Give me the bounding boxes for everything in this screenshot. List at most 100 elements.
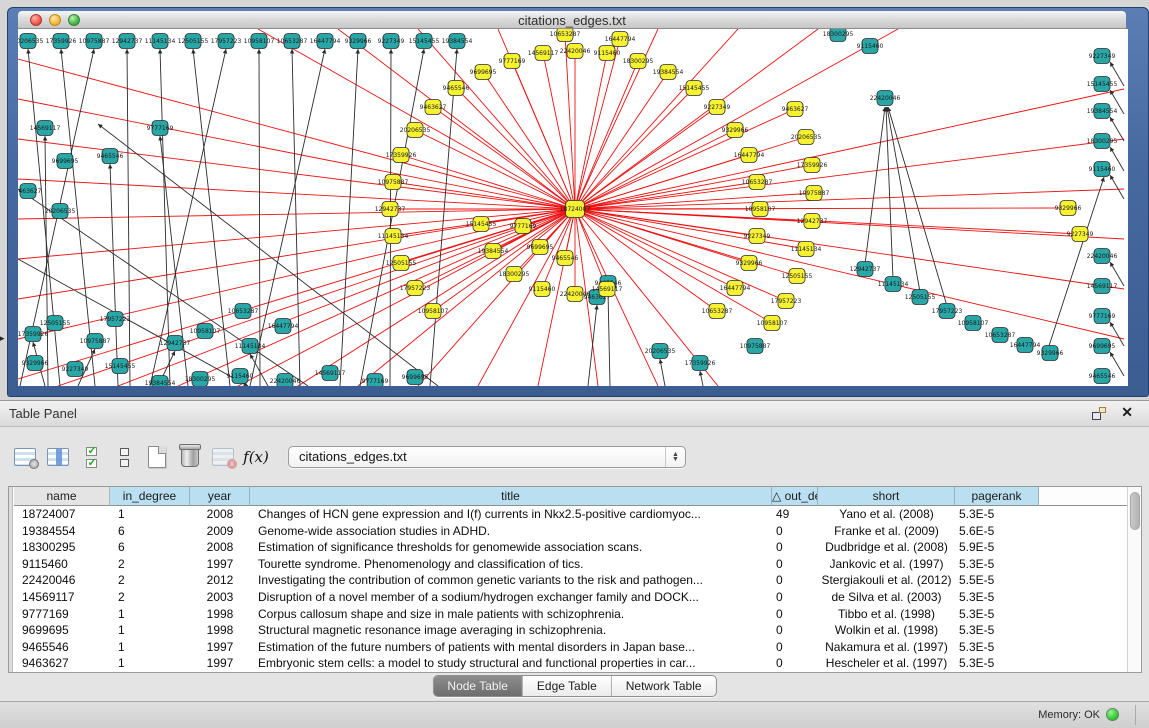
node-label: 10653287 <box>550 31 581 38</box>
cell-in_degree: 6 <box>110 523 190 540</box>
node-label: 11145134 <box>145 38 176 45</box>
column-header-name[interactable]: name <box>14 487 110 506</box>
node-label: 20206535 <box>791 134 822 141</box>
table-panel-header: Table Panel ✕ <box>0 401 1149 427</box>
citation-edge <box>575 189 1124 209</box>
table-row[interactable]: 2242004622012Investigating the contribut… <box>14 572 1127 589</box>
close-panel-button[interactable]: ✕ <box>1121 404 1133 421</box>
network-window: citations_edges.txt 20206535 17359926 1097… <box>7 7 1149 397</box>
tab-network-table[interactable]: Network Table <box>612 676 716 696</box>
node-label: 18300295 <box>823 31 854 38</box>
table-row[interactable]: 1456911722003Disruption of a novel membe… <box>14 589 1127 606</box>
node-label: 15145455 <box>105 363 136 370</box>
cell-title: Tourette syndrome. Phenomenology and cla… <box>250 556 772 573</box>
table-scrollbar[interactable] <box>1127 487 1141 672</box>
scrollbar-thumb[interactable] <box>1130 492 1140 530</box>
show-columns-button[interactable] <box>43 442 73 472</box>
column-header-in_degree[interactable]: in_degree <box>110 487 190 506</box>
node-label: 9699695 <box>52 158 79 165</box>
graph-edge <box>865 107 885 264</box>
node-label: 9329966 <box>1055 205 1082 212</box>
node-label: 9465546 <box>443 85 470 92</box>
table-body: 1872400712008Changes of HCN gene express… <box>14 506 1127 672</box>
column-header-pagerank[interactable]: pagerank <box>955 487 1039 506</box>
cell-short: Nakamura et al. (1997) <box>818 639 955 656</box>
node-label: 9329966 <box>1037 350 1064 357</box>
cell-title: Corpus callosum shape and size in male p… <box>250 606 772 623</box>
cell-short: Tibbo et al. (1998) <box>818 606 955 623</box>
node-label: 17359926 <box>386 152 417 159</box>
node-label: 16447794 <box>310 38 341 45</box>
table-row[interactable]: 977716911998Corpus callosum shape and si… <box>14 606 1127 623</box>
table-options-button[interactable] <box>10 442 40 472</box>
cell-short: Dudbridge et al. (2008) <box>818 539 955 556</box>
node-label: 22420046 <box>270 378 301 385</box>
node-label: 12505155 <box>905 294 936 301</box>
table-row[interactable]: 1872400712008Changes of HCN gene express… <box>14 506 1127 523</box>
statusbar-divider <box>1135 705 1136 725</box>
cell-out_de: 0 <box>772 589 818 606</box>
table-row[interactable]: 946554611997Estimation of the future num… <box>14 639 1127 656</box>
node-label: 12505155 <box>40 320 71 327</box>
cell-short: Jankovic et al. (1997) <box>818 556 955 573</box>
node-label: 10958107 <box>745 206 776 213</box>
node-label: 19384554 <box>1087 108 1118 115</box>
citation-graph[interactable]: 20206535 17359926 10975887 12942737 11145134… <box>18 29 1128 386</box>
column-header-title[interactable]: title <box>250 487 772 506</box>
node-label: 18300295 <box>623 58 654 65</box>
tab-edge-table[interactable]: Edge Table <box>523 676 612 696</box>
cell-out_de: 0 <box>772 556 818 573</box>
node-label: 9777169 <box>510 223 537 230</box>
cell-pagerank: 5.3E-5 <box>955 639 1039 656</box>
table-row[interactable]: 911546021997Tourette syndrome. Phenomeno… <box>14 556 1127 573</box>
checklist-icon <box>86 447 97 468</box>
node-label: 17359926 <box>797 162 828 169</box>
node-label: 11145134 <box>235 343 266 350</box>
cell-title: Investigating the contribution of common… <box>250 572 772 589</box>
node-label: 9777169 <box>1089 313 1116 320</box>
node-label: 22420046 <box>560 291 591 298</box>
node-label: 17957223 <box>211 38 242 45</box>
cell-pagerank: 5.3E-5 <box>955 655 1039 672</box>
float-window-button[interactable] <box>1092 407 1106 420</box>
table-row[interactable]: 1938455462009Genome-wide association stu… <box>14 523 1127 540</box>
node-label: 12942737 <box>797 218 828 225</box>
table-row[interactable]: 1830029562008Estimation of significance … <box>14 539 1127 556</box>
network-window-titlebar[interactable]: citations_edges.txt <box>18 11 1126 29</box>
panel-collapse-arrow-icon[interactable]: ▸ <box>0 333 5 344</box>
dropdown-stepper-icon: ▲▼ <box>665 447 685 467</box>
network-canvas[interactable]: 20206535 17359926 10975887 12942737 11145134… <box>18 29 1128 386</box>
column-header-short[interactable]: short <box>818 487 955 506</box>
node-label: 9115460 <box>857 43 884 50</box>
node-label: 22420046 <box>870 95 901 102</box>
delete-column-button[interactable] <box>175 442 205 472</box>
cell-in_degree: 2 <box>110 572 190 589</box>
table-row[interactable]: 969969511998Structural magnetic resonanc… <box>14 622 1127 639</box>
graph-edge <box>360 49 424 386</box>
cell-year: 2003 <box>190 589 250 606</box>
citation-edge <box>575 209 1124 339</box>
node-label: 10975887 <box>740 343 771 350</box>
node-label: 10958107 <box>958 320 989 327</box>
graph-edge <box>127 49 130 386</box>
function-builder-button[interactable]: f(x) <box>241 442 271 472</box>
citation-edge <box>18 59 575 209</box>
node-label: 19384554 <box>145 380 176 386</box>
table-select-dropdown[interactable]: citations_edges.txt ▲▼ <box>288 446 686 468</box>
tab-node-table[interactable]: Node Table <box>433 676 523 696</box>
cell-pagerank: 5.3E-5 <box>955 606 1039 623</box>
column-header-year[interactable]: year <box>190 487 250 506</box>
row-header-strip <box>9 487 13 672</box>
table-row[interactable]: 946362711997Embryonic stem cells: a mode… <box>14 655 1127 672</box>
select-columns-button[interactable] <box>76 442 106 472</box>
node-label: 17359926 <box>685 360 716 367</box>
cell-pagerank: 5.3E-5 <box>955 589 1039 606</box>
cell-name: 18300295 <box>14 539 110 556</box>
column-header-out_de[interactable]: △ out_de... <box>772 487 818 506</box>
split-view-button[interactable] <box>109 442 139 472</box>
cell-pagerank: 5.3E-5 <box>955 506 1039 523</box>
node-label: 9463627 <box>420 104 447 111</box>
create-column-button[interactable] <box>142 442 172 472</box>
node-label: 9465546 <box>552 255 579 262</box>
cell-out_de: 0 <box>772 655 818 672</box>
